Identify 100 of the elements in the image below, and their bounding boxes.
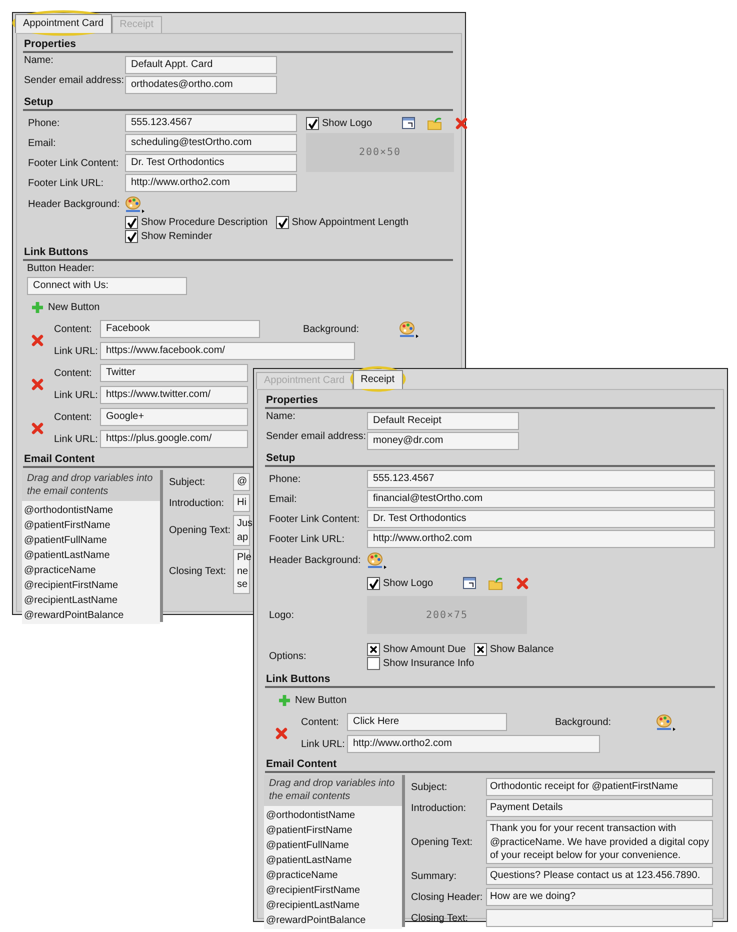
variable-item[interactable]: @patientLastName <box>22 548 160 563</box>
text-field[interactable]: Questions? Please contact us at 123.456.7890. <box>486 867 713 885</box>
text-field[interactable]: Dr. Test Orthodontics <box>367 510 715 528</box>
delete-icon[interactable] <box>455 116 468 130</box>
text-field[interactable]: financial@testOrtho.com <box>367 490 715 508</box>
text-field[interactable]: Thank you for your recent transaction with @practiceName. We have provided a digital copy of your receipt below for your convenience. <box>486 820 713 864</box>
checkbox[interactable] <box>125 230 138 243</box>
section-heading: Properties <box>24 37 76 51</box>
variable-item[interactable]: @orthodontistName <box>22 503 160 518</box>
field-label: Header Background: <box>269 554 362 566</box>
text-field[interactable]: https://www.twitter.com/ <box>100 386 248 404</box>
field-label: Name: <box>24 55 54 66</box>
text-field[interactable]: https://plus.google.com/ <box>100 430 248 448</box>
plus-icon <box>31 300 44 314</box>
variable-item[interactable]: @practiceName <box>22 563 160 578</box>
tick-mark-icon <box>276 217 288 228</box>
checkbox[interactable] <box>276 216 289 229</box>
tab[interactable]: Receipt <box>352 370 403 389</box>
tick-mark-icon <box>126 231 137 242</box>
checkbox-label[interactable]: Show Logo <box>383 578 434 588</box>
field-label: Opening Text: <box>411 836 474 850</box>
checkbox-label[interactable]: Show Balance <box>490 644 554 655</box>
window-icon[interactable] <box>402 117 416 129</box>
variable-item[interactable]: @patientLastName <box>264 853 402 868</box>
checkbox[interactable] <box>306 116 319 130</box>
hint-text: Drag and drop variables into the email contents <box>268 777 396 804</box>
field-label: Closing Text: <box>169 564 228 579</box>
text-field[interactable]: Dr. Test Orthodontics <box>125 154 297 172</box>
field-label: Footer Link URL: <box>28 178 105 188</box>
text-field[interactable]: Google+ <box>100 408 248 426</box>
section-heading: Setup <box>24 95 54 109</box>
text-field[interactable]: orthodates@ortho.com <box>125 76 277 94</box>
checkbox-label[interactable]: Show Logo <box>322 118 372 128</box>
text-field[interactable] <box>486 909 713 927</box>
checkbox[interactable] <box>474 643 487 656</box>
text-field[interactable]: Default Appt. Card <box>125 56 277 74</box>
text-field[interactable]: 555.123.4567 <box>367 470 715 488</box>
variable-item[interactable]: @rewardPointBalance <box>264 913 402 928</box>
checkbox-label[interactable]: Show Reminder <box>141 231 212 242</box>
window-icon[interactable] <box>463 577 476 589</box>
variable-item[interactable]: @rewardPointBalance <box>22 608 160 623</box>
variable-item[interactable]: @patientFullName <box>264 838 402 853</box>
checkbox-label[interactable]: Show Procedure Description <box>141 217 268 228</box>
new-button[interactable]: New Button <box>31 300 100 314</box>
field-label: Introduction: <box>411 802 468 816</box>
palette-icon[interactable] <box>399 320 420 338</box>
tab[interactable]: Appointment Card <box>15 14 112 33</box>
variable-item[interactable]: @practiceName <box>264 868 402 883</box>
palette-icon[interactable] <box>656 714 676 730</box>
field-label: Closing Header: <box>411 890 484 904</box>
variable-item[interactable]: @recipientLastName <box>22 593 160 608</box>
field-label: Name: <box>266 411 296 422</box>
checkbox-label[interactable]: Show Appointment Length <box>292 217 408 228</box>
palette-icon[interactable] <box>125 196 145 212</box>
field-label: Footer Link Content: <box>269 514 361 524</box>
text-field[interactable]: money@dr.com <box>367 432 519 450</box>
variable-item[interactable]: @patientFirstName <box>264 823 402 838</box>
checkbox[interactable] <box>125 216 138 229</box>
text-field[interactable]: Facebook <box>100 320 260 338</box>
variable-item[interactable]: @patientFullName <box>22 533 160 548</box>
field-label: Phone: <box>28 118 61 128</box>
text-field[interactable]: http://www.ortho2.com <box>347 735 600 753</box>
field-label: Email: <box>28 138 57 148</box>
checkbox-label[interactable]: Show Amount Due <box>383 644 466 655</box>
checkbox-label[interactable]: Show Insurance Info <box>383 658 474 669</box>
text-field[interactable]: Ple ne se <box>233 549 250 594</box>
text-field[interactable]: Payment Details <box>486 799 713 817</box>
field-label: Content: <box>300 716 340 728</box>
variable-item[interactable]: @recipientFirstName <box>22 578 160 593</box>
folder-icon[interactable] <box>488 576 504 590</box>
field-label: Content: <box>53 412 93 422</box>
text-field[interactable]: How are we doing? <box>486 888 713 906</box>
variable-item[interactable]: @recipientLastName <box>264 898 402 913</box>
text-field[interactable]: @ <box>233 473 250 491</box>
text-field[interactable]: Jus ap <box>233 515 250 546</box>
text-field[interactable]: Click Here <box>347 713 507 731</box>
text-field[interactable]: Default Receipt <box>367 412 519 430</box>
text-field[interactable]: Orthodontic receipt for @patientFirstName <box>486 778 713 796</box>
text-field[interactable]: https://www.facebook.com/ <box>100 342 355 360</box>
field-label: Header Background: <box>28 198 121 210</box>
text-field[interactable]: 555.123.4567 <box>125 114 297 132</box>
field-label: Link URL: <box>300 738 346 750</box>
checkbox[interactable] <box>367 643 380 656</box>
variable-item[interactable]: @patientFirstName <box>22 518 160 533</box>
palette-icon[interactable] <box>367 552 387 568</box>
text-field[interactable]: scheduling@testOrtho.com <box>125 134 297 152</box>
field-label: Summary: <box>411 870 458 884</box>
variable-item[interactable]: @orthodontistName <box>264 808 402 823</box>
new-button[interactable]: New Button <box>278 694 347 706</box>
checkbox[interactable] <box>367 576 380 590</box>
text-field[interactable]: Connect with Us: <box>27 277 187 295</box>
text-field[interactable]: Twitter <box>100 364 248 382</box>
section-heading: Link Buttons <box>24 245 88 259</box>
variable-item[interactable]: @recipientFirstName <box>264 883 402 898</box>
field-label: Phone: <box>269 474 302 484</box>
text-field[interactable]: Hi <box>233 494 250 512</box>
checkbox[interactable] <box>367 657 380 670</box>
folder-icon[interactable] <box>427 116 444 130</box>
text-field[interactable]: http://www.ortho2.com <box>367 530 715 548</box>
text-field[interactable]: http://www.ortho2.com <box>125 174 297 192</box>
